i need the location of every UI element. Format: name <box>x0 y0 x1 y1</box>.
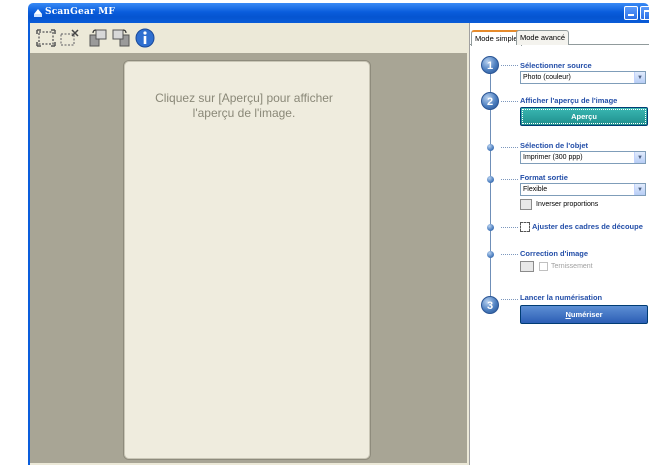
preview-area[interactable]: Cliquez sur [Aperçu] pour afficher l'ape… <box>30 53 467 463</box>
source-select[interactable]: Photo (couleur) ▼ <box>520 71 646 84</box>
image-correction-title: Correction d'image <box>520 249 589 258</box>
output-format-select[interactable]: Flexible ▼ <box>520 183 646 196</box>
step-dots <box>501 101 518 102</box>
image-correction-icon <box>520 261 534 272</box>
settings-panel: Mode simple Mode avancé 1 Sélectionner s… <box>469 23 649 465</box>
show-preview-title: Afficher l'aperçu de l'image <box>520 96 618 105</box>
object-select[interactable]: Imprimer (300 ppp) ▼ <box>520 151 646 164</box>
tab-simple-mode[interactable]: Mode simple <box>471 30 522 46</box>
auto-crop-icon[interactable] <box>34 26 58 50</box>
select-source-title: Sélectionner source <box>520 61 592 70</box>
chevron-down-icon[interactable]: ▼ <box>634 72 645 83</box>
step-dots <box>501 254 518 255</box>
invert-proportions-label: Inverser proportions <box>536 201 599 208</box>
title-bar[interactable]: ScanGear MF <box>28 3 649 23</box>
step-dot <box>487 224 494 231</box>
step-dots <box>501 65 518 66</box>
maximize-button[interactable] <box>640 6 649 20</box>
preview-hint: Cliquez sur [Aperçu] pour afficher l'ape… <box>155 91 333 120</box>
step-number-2: 2 <box>481 92 499 110</box>
step-dot <box>487 251 494 258</box>
chevron-down-icon[interactable]: ▼ <box>634 152 645 163</box>
step-number-1: 1 <box>481 56 499 74</box>
info-icon[interactable] <box>133 26 157 50</box>
window-title: ScanGear MF <box>45 7 116 17</box>
object-select-value: Imprimer (300 ppp) <box>523 154 583 161</box>
steps-list: 1 Sélectionner source Photo (couleur) ▼ … <box>470 47 649 465</box>
fading-label: Ternissement <box>551 263 593 270</box>
step-dots <box>501 299 518 300</box>
main-window: Cliquez sur [Aperçu] pour afficher l'ape… <box>28 23 649 465</box>
app-icon <box>34 9 42 17</box>
step-dots <box>501 227 518 228</box>
step-dot <box>487 144 494 151</box>
start-scan-title: Lancer la numérisation <box>520 293 603 302</box>
rotate-left-icon[interactable] <box>86 26 110 50</box>
step-dots <box>501 179 518 180</box>
step-dot <box>487 176 494 183</box>
toolbar <box>30 23 467 53</box>
output-format-value: Flexible <box>523 186 548 193</box>
rotate-right-icon[interactable] <box>109 26 133 50</box>
mode-tabs: Mode simple Mode avancé <box>470 30 649 46</box>
scan-button-label: umériser <box>570 310 603 319</box>
step-number-3: 3 <box>481 296 499 314</box>
preview-button[interactable]: Aperçu <box>520 107 648 126</box>
tab-advanced-mode[interactable]: Mode avancé <box>516 30 570 45</box>
clear-crop-icon[interactable] <box>57 26 81 50</box>
preview-platen[interactable]: Cliquez sur [Aperçu] pour afficher l'ape… <box>123 60 371 460</box>
object-selection-title: Sélection de l'objet <box>520 141 589 150</box>
chevron-down-icon[interactable]: ▼ <box>634 184 645 195</box>
minimize-button[interactable] <box>624 6 638 20</box>
output-format-title: Format sortie <box>520 173 568 182</box>
scan-button[interactable]: Numériser <box>520 305 648 324</box>
fading-checkbox[interactable] <box>539 262 548 271</box>
crop-frame-icon[interactable] <box>520 222 530 232</box>
adjust-crop-title[interactable]: Ajuster des cadres de découpe <box>532 222 643 231</box>
source-select-value: Photo (couleur) <box>523 74 571 81</box>
step-dots <box>501 147 518 148</box>
invert-proportions-icon[interactable] <box>520 199 532 210</box>
